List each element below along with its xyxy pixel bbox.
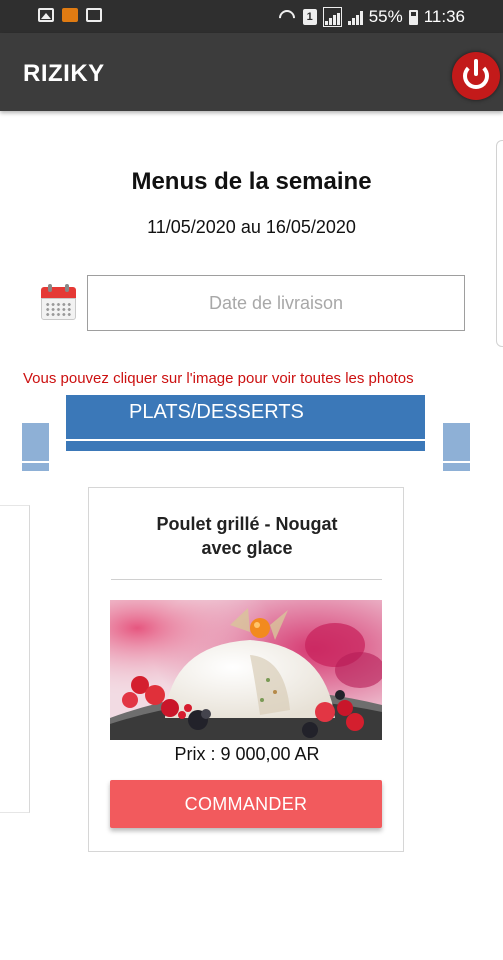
order-button[interactable]: COMMANDER xyxy=(110,780,382,828)
wifi-icon xyxy=(279,10,297,24)
product-title-line1: Poulet grillé - Nougat xyxy=(156,514,338,534)
signal-secondary-icon xyxy=(347,9,363,25)
previous-card[interactable] xyxy=(0,505,30,813)
notification-icons xyxy=(38,8,102,22)
system-indicators: 1 55% 11:36 xyxy=(279,7,465,27)
product-title-line2: avec glace xyxy=(201,538,293,558)
app-bar: RIZIKY xyxy=(0,33,503,111)
page-title: Menus de la semaine xyxy=(131,168,372,195)
product-price: Prix : 9 000,00 AR xyxy=(174,744,320,764)
tab-previous[interactable] xyxy=(22,423,49,471)
tab-plats-desserts[interactable]: PLATS/DESSERTS xyxy=(66,395,425,451)
product-photo[interactable] xyxy=(110,600,382,740)
tab-label: PLATS/DESSERTS xyxy=(129,401,304,423)
week-date-range: 11/05/2020 au 16/05/2020 xyxy=(147,217,356,237)
clock: 11:36 xyxy=(423,7,465,26)
orange-app-icon xyxy=(62,8,78,22)
product-title: Poulet grillé - Nougat avec glace xyxy=(89,512,405,560)
battery-percent: 55% xyxy=(368,7,403,26)
mail-icon xyxy=(86,8,102,22)
calendar-icon[interactable] xyxy=(41,284,76,320)
photo-hint-text: Vous pouvez cliquer sur l'image pour voi… xyxy=(23,370,414,387)
dessert-image xyxy=(110,600,382,740)
divider xyxy=(111,579,382,580)
tab-next[interactable] xyxy=(443,423,470,471)
tab-indicator xyxy=(66,439,425,441)
app-title: RIZIKY xyxy=(23,60,105,87)
sim-icon: 1 xyxy=(302,9,317,25)
battery-icon xyxy=(408,9,418,25)
signal-icon xyxy=(322,7,342,27)
delivery-date-input[interactable] xyxy=(87,275,465,331)
status-bar: 1 55% 11:36 xyxy=(0,0,503,33)
product-card: Poulet grillé - Nougat avec glace Prix:… xyxy=(88,487,404,852)
gallery-icon xyxy=(38,8,54,22)
logout-button[interactable] xyxy=(452,52,500,100)
